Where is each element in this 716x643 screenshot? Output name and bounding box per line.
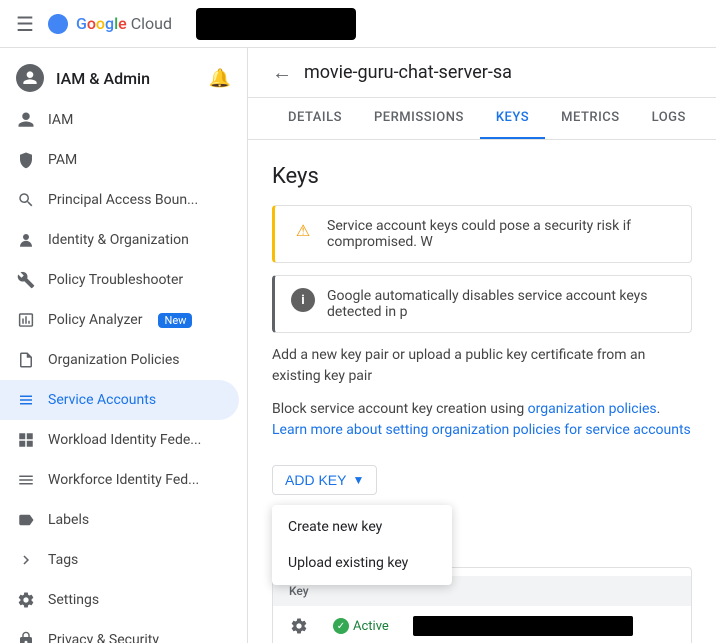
logo-text: Google Cloud	[76, 14, 172, 33]
identity-org-icon	[16, 230, 36, 250]
service-accounts-icon	[16, 390, 36, 410]
keys-title: Keys	[272, 164, 692, 189]
add-key-dropdown: Create new key Upload existing key	[272, 505, 452, 585]
sidebar-item-service-accounts[interactable]: Service Accounts	[0, 380, 239, 420]
info-alert: i Google automatically disables service …	[272, 275, 692, 333]
topbar: ☰ Google Cloud	[0, 0, 716, 48]
sidebar-item-policy-troubleshooter[interactable]: Policy Troubleshooter	[0, 260, 239, 300]
sidebar-title: IAM & Admin	[56, 69, 197, 88]
org-policies-icon	[16, 350, 36, 370]
table-row[interactable]: ✓ Active	[273, 606, 691, 643]
sidebar-item-pam[interactable]: PAM	[0, 140, 239, 180]
sidebar-item-label: Organization Policies	[48, 352, 180, 368]
policy-analyzer-icon	[16, 310, 36, 330]
tab-metrics[interactable]: METRICS	[545, 98, 635, 139]
learn-more-link[interactable]: Learn more about setting organization po…	[272, 422, 691, 438]
workload-identity-icon	[16, 430, 36, 450]
sidebar-item-label: PAM	[48, 152, 77, 168]
sidebar-item-label: Settings	[48, 592, 99, 608]
main-content: ← movie-guru-chat-server-sa DETAILS PERM…	[248, 48, 716, 643]
org-policies-link[interactable]: organization policies	[528, 401, 657, 417]
iam-icon	[16, 110, 36, 130]
keys-content: Keys ⚠ Service account keys could pose a…	[248, 140, 716, 643]
sidebar-item-label: Principal Access Boun...	[48, 192, 198, 208]
google-cloud-logo: Google Cloud	[46, 12, 172, 36]
tab-keys[interactable]: KEYS	[480, 98, 545, 139]
principal-access-icon	[16, 190, 36, 210]
desc-text: Add a new key pair or upload a public ke…	[272, 345, 692, 387]
sidebar-item-label: Tags	[48, 552, 78, 568]
sidebar-item-label: IAM	[48, 112, 73, 128]
block-text: Block service account key creation using…	[272, 399, 692, 441]
tabs-bar: DETAILS PERMISSIONS KEYS METRICS LOGS	[248, 98, 716, 140]
warning-triangle-icon: ⚠	[291, 218, 315, 242]
sidebar-item-tags[interactable]: Tags	[0, 540, 239, 580]
info-text: Google automatically disables service ac…	[327, 288, 675, 320]
status-badge: ✓ Active	[333, 618, 389, 634]
service-account-title: movie-guru-chat-server-sa	[304, 62, 512, 83]
sidebar-item-policy-analyzer[interactable]: Policy Analyzer New	[0, 300, 239, 340]
add-key-button-container: ADD KEY ▼ Create new key Upload existing…	[272, 465, 377, 495]
status-text: Active	[353, 619, 389, 634]
tags-icon	[16, 550, 36, 570]
tab-details[interactable]: DETAILS	[272, 98, 358, 139]
back-arrow-icon[interactable]: ←	[272, 60, 292, 85]
col-header-key: Key	[289, 584, 675, 598]
add-key-button[interactable]: ADD KEY ▼	[272, 465, 377, 495]
hamburger-icon[interactable]: ☰	[16, 12, 34, 36]
dropdown-arrow-icon: ▼	[352, 473, 364, 487]
warning-alert: ⚠ Service account keys could pose a secu…	[272, 205, 692, 263]
notification-bell-icon[interactable]: 🔔	[209, 68, 231, 89]
info-circle-icon: i	[291, 288, 315, 312]
sidebar-item-label: Service Accounts	[48, 392, 156, 408]
create-new-key-item[interactable]: Create new key	[272, 509, 452, 545]
key-value-redacted	[413, 616, 633, 636]
sidebar-item-workload-identity[interactable]: Workload Identity Fede...	[0, 420, 239, 460]
settings-icon	[16, 590, 36, 610]
privacy-security-icon	[16, 630, 36, 643]
sidebar-item-iam[interactable]: IAM	[0, 100, 239, 140]
sidebar-item-label: Identity & Organization	[48, 232, 189, 248]
sidebar-header-icon	[16, 64, 44, 92]
workforce-identity-icon	[16, 470, 36, 490]
warning-text: Service account keys could pose a securi…	[327, 218, 675, 250]
policy-troubleshooter-icon	[16, 270, 36, 290]
tab-logs[interactable]: LOGS	[636, 98, 702, 139]
sidebar-item-label: Policy Troubleshooter	[48, 272, 183, 288]
sidebar-item-label: Policy Analyzer	[48, 312, 142, 328]
sidebar-item-org-policies[interactable]: Organization Policies	[0, 340, 239, 380]
sidebar: IAM & Admin 🔔 IAM PAM Principal Access B…	[0, 48, 248, 643]
sidebar-item-label: Workload Identity Fede...	[48, 432, 201, 448]
upload-existing-key-item[interactable]: Upload existing key	[272, 545, 452, 581]
project-selector[interactable]	[196, 8, 356, 40]
main-header: ← movie-guru-chat-server-sa	[248, 48, 716, 98]
sidebar-item-privacy-security[interactable]: Privacy & Security	[0, 620, 239, 643]
labels-icon	[16, 510, 36, 530]
active-check-icon: ✓	[333, 618, 349, 634]
pam-icon	[16, 150, 36, 170]
sidebar-item-settings[interactable]: Settings	[0, 580, 239, 620]
add-key-label: ADD KEY	[285, 472, 346, 488]
sidebar-item-label: Labels	[48, 512, 89, 528]
sidebar-item-workforce-identity[interactable]: Workforce Identity Fed...	[0, 460, 239, 500]
new-badge: New	[158, 313, 192, 328]
sidebar-item-label: Workforce Identity Fed...	[48, 472, 199, 488]
sidebar-item-labels[interactable]: Labels	[0, 500, 239, 540]
cloud-icon	[46, 12, 70, 36]
tab-permissions[interactable]: PERMISSIONS	[358, 98, 480, 139]
sidebar-item-identity-org[interactable]: Identity & Organization	[0, 220, 239, 260]
sidebar-item-principal-access[interactable]: Principal Access Boun...	[0, 180, 239, 220]
sidebar-item-label: Privacy & Security	[48, 632, 159, 643]
gear-icon-row	[289, 616, 309, 636]
